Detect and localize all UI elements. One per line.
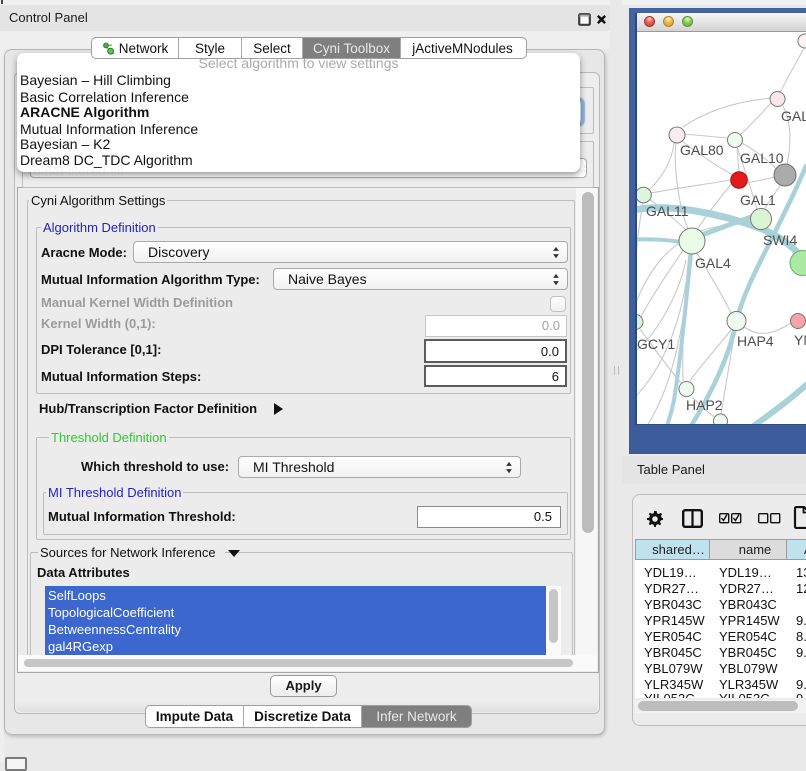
svg-text:GAL80: GAL80 — [680, 142, 724, 158]
svg-text:GAL10: GAL10 — [740, 150, 784, 166]
svg-text:GAL1: GAL1 — [740, 192, 776, 208]
svg-text:YM: YM — [794, 332, 806, 348]
svg-text:SWI4: SWI4 — [763, 232, 797, 248]
svg-text:GCY1: GCY1 — [637, 336, 675, 352]
svg-text:GAL4: GAL4 — [695, 255, 731, 271]
svg-text:GAL2: GAL2 — [781, 108, 806, 124]
svg-text:GAL11: GAL11 — [646, 203, 689, 219]
svg-text:HAP2: HAP2 — [686, 397, 723, 413]
svg-text:HAP4: HAP4 — [737, 333, 774, 349]
